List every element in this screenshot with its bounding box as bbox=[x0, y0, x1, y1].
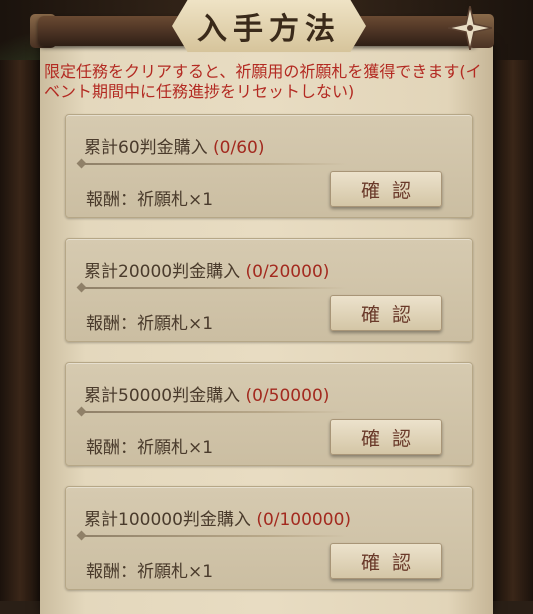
task-title: 累計100000判金購入 (0/100000) bbox=[84, 505, 351, 530]
confirm-button[interactable]: 確認 bbox=[330, 543, 442, 579]
task-card: 累計50000判金購入 (0/50000) 報酬：祈願札×1 確認 bbox=[65, 362, 473, 466]
task-progress: (0/60) bbox=[213, 138, 265, 158]
confirm-button[interactable]: 確認 bbox=[330, 171, 442, 207]
task-title: 累計20000判金購入 (0/20000) bbox=[84, 257, 329, 282]
task-reward: 報酬：祈願札×1 bbox=[86, 438, 214, 458]
task-progress: (0/50000) bbox=[245, 386, 330, 406]
confirm-button[interactable]: 確認 bbox=[330, 419, 442, 455]
task-card: 累計20000判金購入 (0/20000) 報酬：祈願札×1 確認 bbox=[65, 238, 473, 342]
task-label: 累計20000判金購入 bbox=[84, 262, 241, 282]
left-pillar bbox=[0, 60, 40, 601]
task-label: 累計60判金購入 bbox=[84, 138, 208, 158]
page-title: 入手方法 bbox=[197, 12, 341, 47]
task-card: 累計100000判金購入 (0/100000) 報酬：祈願札×1 確認 bbox=[65, 486, 473, 590]
task-card: 累計60判金購入 (0/60) 報酬：祈願札×1 確認 bbox=[65, 114, 473, 218]
task-reward: 報酬：祈願札×1 bbox=[86, 190, 214, 210]
divider bbox=[82, 287, 347, 289]
task-reward: 報酬：祈願札×1 bbox=[86, 314, 214, 334]
confirm-button[interactable]: 確認 bbox=[330, 295, 442, 331]
divider bbox=[82, 535, 347, 537]
title-plate: 入手方法 bbox=[172, 0, 366, 52]
task-label: 累計50000判金購入 bbox=[84, 386, 241, 406]
divider bbox=[82, 411, 347, 413]
task-title: 累計60判金購入 (0/60) bbox=[84, 133, 265, 158]
description-text: 限定任務をクリアすると、祈願用の祈願札を獲得できます(イベント期間中に任務進捗を… bbox=[44, 62, 482, 101]
task-label: 累計100000判金購入 bbox=[84, 510, 251, 530]
divider bbox=[82, 163, 347, 165]
shuriken-icon bbox=[448, 6, 492, 50]
task-reward: 報酬：祈願札×1 bbox=[86, 562, 214, 582]
right-pillar bbox=[493, 60, 533, 601]
task-title: 累計50000判金購入 (0/50000) bbox=[84, 381, 329, 406]
task-progress: (0/20000) bbox=[245, 262, 330, 282]
task-progress: (0/100000) bbox=[256, 510, 352, 530]
